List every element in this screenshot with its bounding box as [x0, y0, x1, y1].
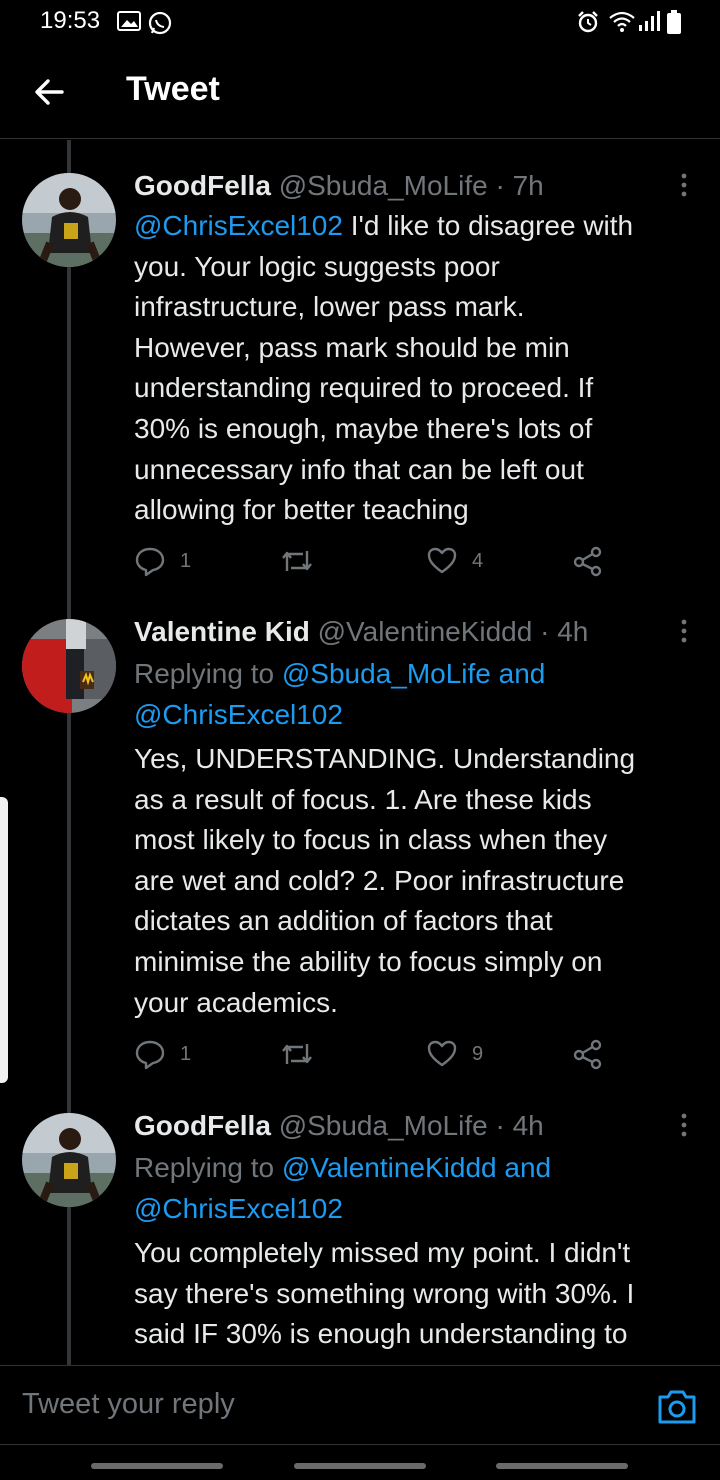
tweet-actions: 1 9 [134, 1038, 614, 1074]
reply-bar: Tweet your reply [0, 1365, 720, 1445]
reply-count: 1 [180, 550, 192, 572]
alarm-icon [576, 10, 600, 39]
display-name[interactable]: Valentine Kid [134, 616, 310, 647]
replying-handle[interactable]: @ChrisExcel102 [134, 1193, 343, 1224]
status-bar: 19:53 [0, 0, 720, 44]
tweet-text: Yes, UNDERSTANDING. Understanding as a r… [134, 743, 636, 1018]
avatar[interactable] [22, 1113, 116, 1207]
replying-handles[interactable]: @ValentineKiddd and [282, 1152, 551, 1183]
handle-time: @Sbuda_MoLife · 4h [278, 1110, 544, 1141]
more-options-icon[interactable] [674, 616, 694, 646]
signal-icon [638, 10, 660, 37]
nav-recents-handle[interactable] [91, 1463, 223, 1469]
handle-time: @ValentineKiddd · 4h [317, 616, 589, 647]
replying-handle[interactable]: @ChrisExcel102 [134, 699, 343, 730]
battery-icon [667, 10, 681, 39]
wifi-icon [608, 10, 636, 39]
avatar[interactable] [22, 173, 116, 267]
retweet-icon [282, 1044, 312, 1064]
tweet-text: @ChrisExcel102 I'd like to disagree with… [134, 210, 634, 526]
more-options-icon[interactable] [674, 170, 694, 200]
retweet-icon [282, 551, 312, 571]
whatsapp-icon [147, 10, 173, 41]
share-icon [573, 1039, 602, 1070]
handle-time: @Sbuda_MoLife · 7h [278, 170, 544, 201]
display-name[interactable]: GoodFella [134, 170, 271, 201]
more-options-icon[interactable] [674, 1110, 694, 1140]
reply-count: 1 [180, 1043, 192, 1065]
replying-to: Replying to @Sbuda_MoLife and @ChrisExce… [134, 658, 546, 730]
tweet-header: GoodFella @Sbuda_MoLife · 4h [134, 1110, 544, 1142]
reply-icon [135, 547, 165, 577]
display-name[interactable]: GoodFella [134, 1110, 271, 1141]
gallery-icon [117, 10, 141, 37]
status-time: 19:53 [40, 7, 101, 34]
avatar[interactable] [22, 619, 116, 713]
reply-icon [135, 1040, 165, 1070]
nav-back-handle[interactable] [496, 1463, 628, 1469]
heart-icon [427, 547, 457, 574]
reply-input[interactable]: Tweet your reply [22, 1388, 235, 1421]
mention-link[interactable]: @ChrisExcel102 [134, 210, 343, 241]
app-header: Tweet [0, 44, 720, 139]
like-count: 9 [472, 1043, 484, 1065]
replying-to: Replying to @ValentineKiddd and @ChrisEx… [134, 1152, 552, 1224]
edge-panel-handle[interactable] [0, 797, 8, 1083]
back-arrow-icon[interactable] [32, 74, 68, 110]
tweet-header: Valentine Kid @ValentineKiddd · 4h [134, 616, 588, 648]
heart-icon [427, 1040, 457, 1067]
page-title: Tweet [126, 70, 220, 108]
replying-handles[interactable]: @Sbuda_MoLife and [282, 658, 546, 689]
tweet-text: You completely missed my point. I didn't… [134, 1237, 635, 1350]
tweet-actions: 1 4 [134, 545, 614, 581]
nav-home-handle[interactable] [294, 1463, 426, 1469]
tweet-header: GoodFella @Sbuda_MoLife · 7h [134, 170, 544, 202]
like-count: 4 [472, 550, 484, 572]
system-navigation-bar [0, 1445, 720, 1480]
share-icon [573, 546, 602, 577]
camera-icon[interactable] [656, 1388, 698, 1426]
